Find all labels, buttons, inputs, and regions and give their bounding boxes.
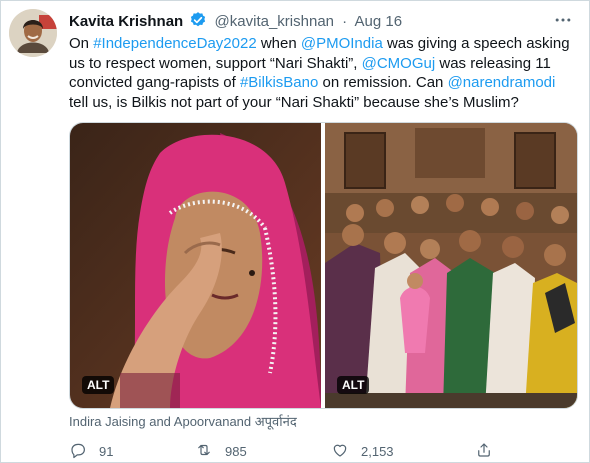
avatar[interactable]: [9, 9, 57, 57]
text-segment: on remission. Can: [318, 74, 448, 92]
retweet-count: 985: [225, 443, 247, 459]
share-button[interactable]: [475, 441, 493, 461]
mention-pmoindia-link[interactable]: @PMOIndia: [301, 35, 383, 52]
share-icon: [475, 441, 493, 462]
avatar-photo: [9, 9, 57, 57]
text-segment: when: [256, 35, 301, 52]
tweet-text: On #IndependenceDay2022 when @PMOIndia w…: [69, 34, 575, 112]
retweet-icon: [195, 441, 213, 462]
reply-icon: [69, 441, 87, 462]
hashtag-independenceday-link[interactable]: #IndependenceDay2022: [93, 35, 256, 52]
media-grid: ALT ALT: [69, 122, 578, 409]
mention-narendramodi-link[interactable]: @narendramodi: [448, 74, 556, 91]
text-segment: On: [69, 35, 94, 52]
tweet-header: Kavita Krishnan @kavita_krishnan · Aug 1…: [69, 11, 569, 31]
action-bar: 91 985 2,153: [69, 441, 575, 461]
author-name[interactable]: Kavita Krishnan: [69, 13, 183, 30]
more-horizontal-icon[interactable]: [551, 10, 575, 30]
like-button[interactable]: 2,153: [331, 441, 394, 461]
reply-count: 91: [99, 443, 114, 459]
photo-left[interactable]: ALT: [70, 123, 321, 408]
tweet-card[interactable]: Kavita Krishnan @kavita_krishnan · Aug 1…: [0, 0, 590, 463]
hashtag-bilkisbano-link[interactable]: #BilkisBano: [240, 74, 318, 91]
retweet-button[interactable]: 985: [195, 441, 247, 461]
alt-badge-left[interactable]: ALT: [82, 376, 115, 394]
like-count: 2,153: [361, 443, 394, 459]
reply-button[interactable]: 91: [69, 441, 113, 461]
text-segment: tell us, is Bilkis not part of your “Nar…: [69, 93, 519, 111]
verified-badge-icon: [189, 11, 207, 35]
photo-right[interactable]: ALT: [325, 123, 577, 408]
alt-badge-right[interactable]: ALT: [337, 376, 370, 394]
header-separator: ·: [342, 13, 348, 30]
woman-pink-headscarf-image: [70, 123, 321, 408]
tweet-date[interactable]: Aug 16: [355, 13, 403, 30]
tagged-people[interactable]: Indira Jaising and Apoorvanand अपूर्वानं…: [69, 413, 297, 430]
group-of-women-image: [325, 123, 577, 408]
mention-cmoguj-link[interactable]: @CMOGuj: [362, 55, 436, 72]
heart-icon: [331, 441, 349, 462]
author-handle[interactable]: @kavita_krishnan: [215, 13, 334, 30]
